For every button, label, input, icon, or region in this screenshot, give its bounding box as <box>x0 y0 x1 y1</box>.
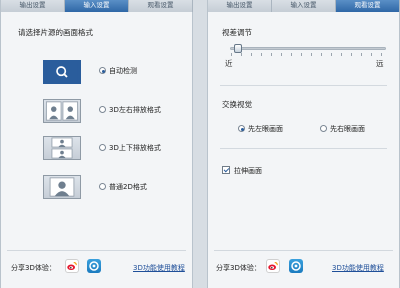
tab-view-settings[interactable]: 观看设置 <box>336 0 400 12</box>
top-bottom-thumbnail[interactable] <box>43 136 81 160</box>
auto-detect-thumbnail[interactable] <box>43 60 81 84</box>
section-divider <box>220 148 387 149</box>
parallax-slider-track[interactable] <box>230 47 386 50</box>
parallax-slider-handle[interactable] <box>233 44 242 53</box>
tab-input-settings[interactable]: 输入设置 <box>272 0 336 12</box>
auto-detect-label: 自动检测 <box>109 67 137 75</box>
parallax-heading: 视差调节 <box>222 28 252 37</box>
normal-2d-thumbnail[interactable] <box>43 175 81 199</box>
normal-2d-label: 普通2D格式 <box>109 183 147 191</box>
right-eye-first-label: 先右眼画面 <box>330 125 365 133</box>
format-heading: 请选择片源的画面格式 <box>18 28 93 37</box>
side-by-side-label: 3D左右排放格式 <box>109 106 161 114</box>
weibo-icon[interactable] <box>65 259 79 273</box>
parallax-slider-ticks <box>231 53 385 56</box>
view-settings-panel: 输出设置 输入设置 观看设置 视差调节 近 远 交换视觉 先左眼画面 先右眼画面… <box>207 0 400 288</box>
auto-detect-radio[interactable] <box>99 67 106 74</box>
tab-input-settings[interactable]: 输入设置 <box>65 0 129 12</box>
single-person-icon <box>49 177 75 197</box>
tab-output-settings[interactable]: 输出设置 <box>208 0 272 12</box>
magnifier-icon <box>46 62 78 82</box>
top-bottom-icon <box>51 137 73 159</box>
help-tutorial-link[interactable]: 3D功能使用教程 <box>133 263 185 273</box>
tab-bar: 输出设置 输入设置 观看设置 <box>208 0 400 12</box>
normal-2d-radio[interactable] <box>99 183 106 190</box>
side-by-side-thumbnail[interactable] <box>43 99 81 123</box>
tab-bar: 输出设置 输入设置 观看设置 <box>1 0 193 12</box>
panel-gap <box>193 0 207 288</box>
tab-view-settings[interactable]: 观看设置 <box>129 0 193 12</box>
footer-divider <box>7 250 186 251</box>
footer-divider <box>214 250 393 251</box>
input-settings-panel: 输出设置 输入设置 观看设置 请选择片源的画面格式 自动检测 3D左右排放格式 <box>0 0 193 288</box>
qq-space-icon[interactable] <box>289 259 303 273</box>
qq-space-icon[interactable] <box>87 259 101 273</box>
side-by-side-icon <box>45 101 79 121</box>
help-tutorial-link[interactable]: 3D功能使用教程 <box>332 263 384 273</box>
left-eye-first-radio[interactable] <box>238 125 245 132</box>
swap-view-heading: 交换视觉 <box>222 100 252 109</box>
near-label: 近 <box>225 59 233 68</box>
far-label: 远 <box>376 59 384 68</box>
top-bottom-label: 3D上下排放格式 <box>109 144 161 152</box>
weibo-icon[interactable] <box>266 259 280 273</box>
tab-output-settings[interactable]: 输出设置 <box>1 0 65 12</box>
left-eye-first-label: 先左眼画面 <box>248 125 283 133</box>
right-eye-first-radio[interactable] <box>320 125 327 132</box>
share-label: 分享3D体验： <box>11 264 56 272</box>
section-divider <box>220 85 387 86</box>
share-label: 分享3D体验： <box>216 264 261 272</box>
side-by-side-radio[interactable] <box>99 106 106 113</box>
top-bottom-radio[interactable] <box>99 144 106 151</box>
stretch-label: 拉伸画面 <box>234 167 262 175</box>
stretch-checkbox[interactable] <box>222 166 230 174</box>
